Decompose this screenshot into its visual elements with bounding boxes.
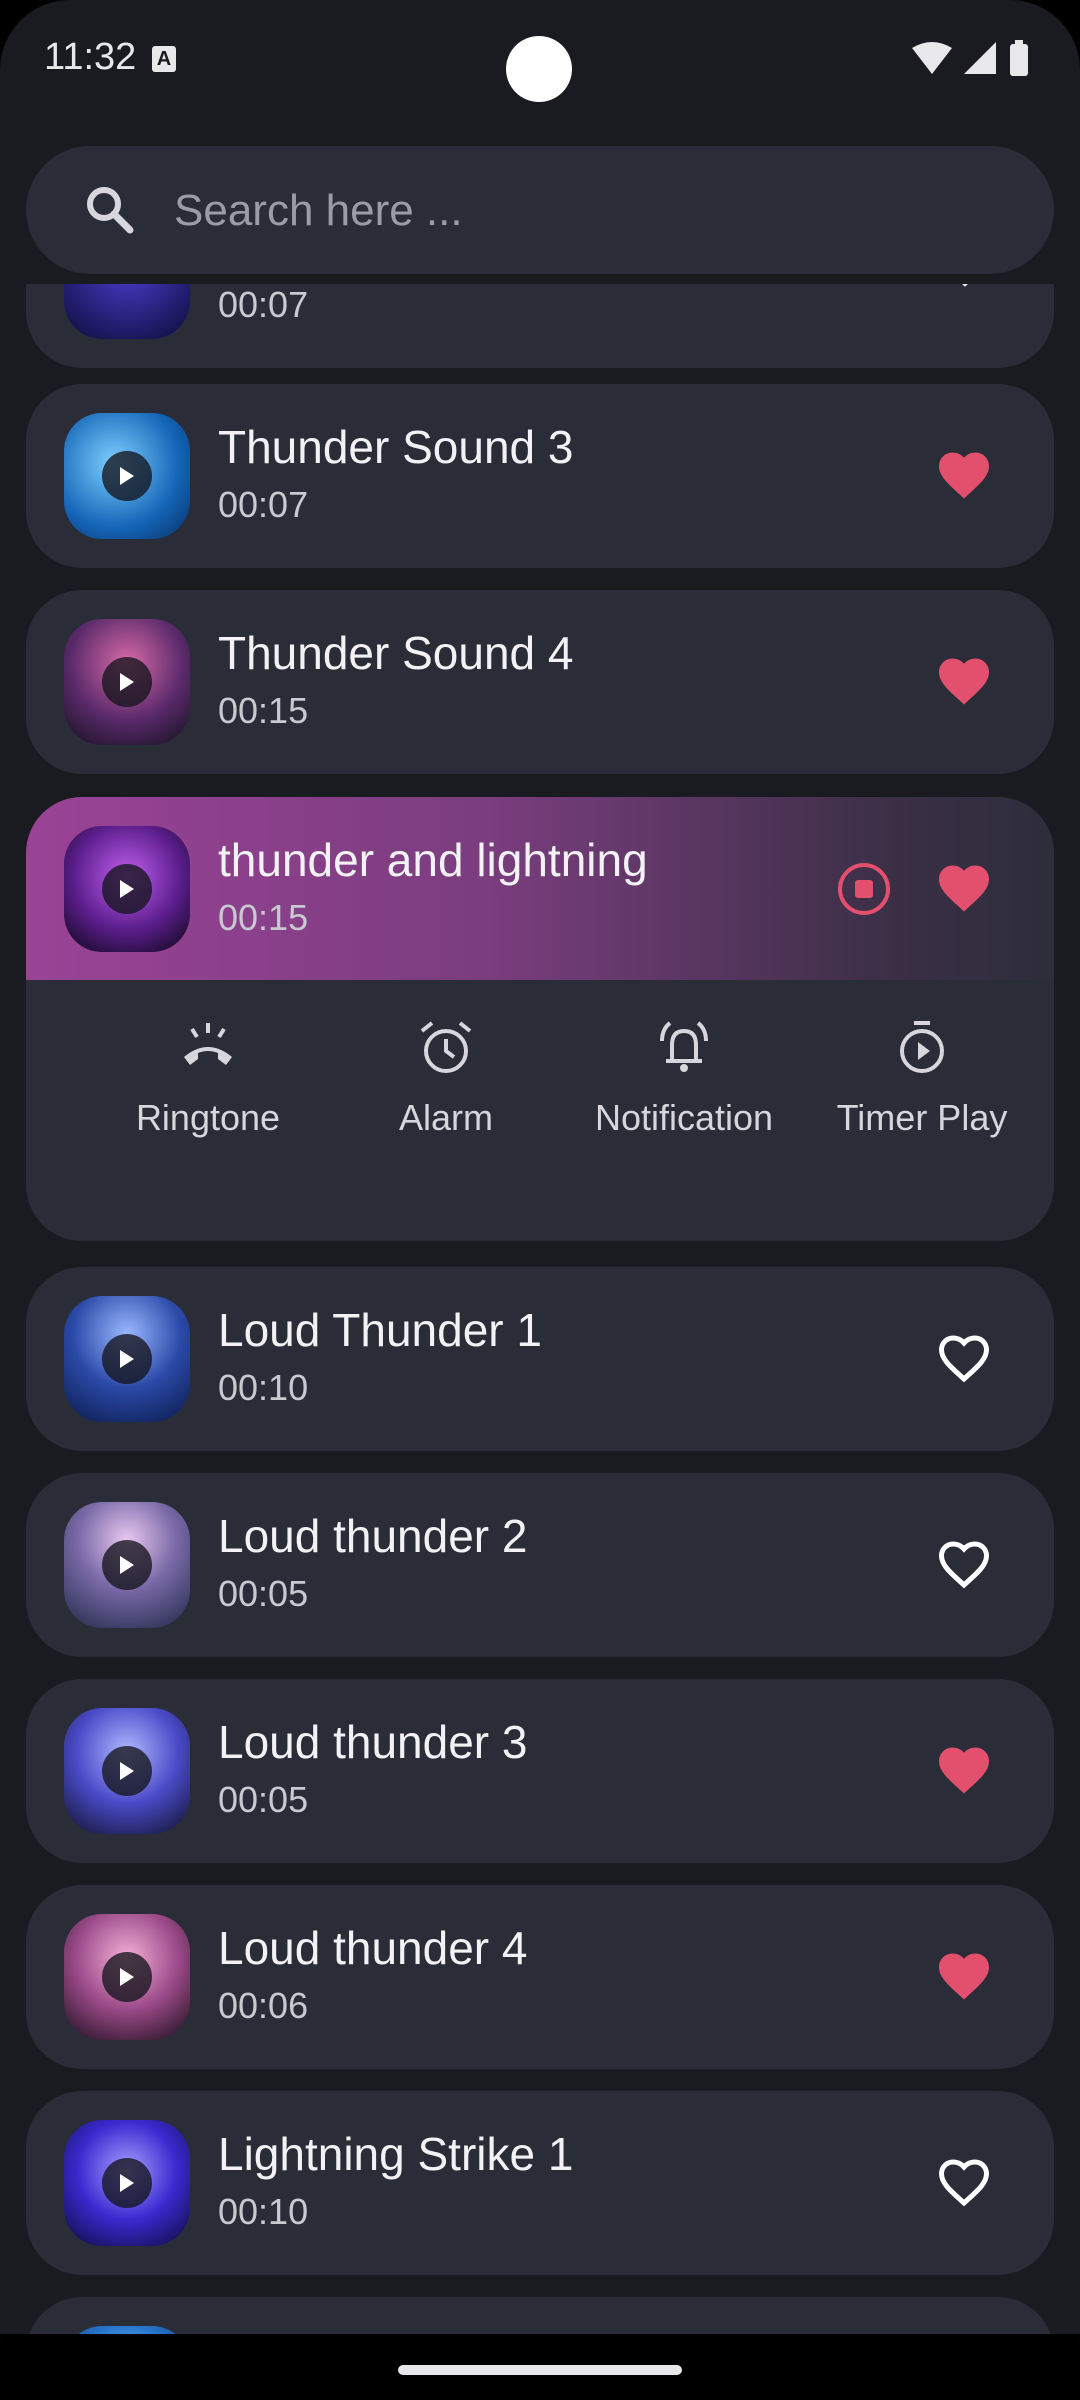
play-icon[interactable] <box>102 451 152 501</box>
set-ringtone-button[interactable]: Ringtone <box>88 1017 328 1177</box>
play-icon[interactable] <box>102 1952 152 2002</box>
thumbnail <box>64 1296 190 1422</box>
list-item[interactable]: Loud Thunder 1 00:10 <box>26 1267 1054 1451</box>
status-time: 11:32 <box>44 36 137 78</box>
list-item[interactable]: Loud thunder 3 00:05 <box>26 1679 1054 1863</box>
heart-filled-icon[interactable] <box>934 652 994 712</box>
thumbnail <box>64 284 190 339</box>
thumbnail <box>64 619 190 745</box>
search-icon <box>87 187 134 234</box>
action-label: Notification <box>594 1097 774 1138</box>
sound-title: Loud thunder 3 <box>218 1716 528 1768</box>
action-label: Ringtone <box>135 1097 281 1138</box>
phone-screen: 11:32 A 00:07 <box>0 0 1080 2400</box>
heart-filled-icon[interactable] <box>934 446 994 506</box>
notification-icon <box>660 1021 708 1072</box>
now-playing-row[interactable]: thunder and lightning 00:15 <box>26 797 1054 980</box>
thumbnail <box>64 2326 190 2334</box>
battery-icon <box>1010 44 1028 76</box>
list-item-partial[interactable]: 00:07 <box>26 284 1054 368</box>
action-row: Ringtone Alarm Notification Timer Play <box>26 1017 1054 1197</box>
play-icon[interactable] <box>102 1334 152 1384</box>
sound-title: Lightning Strike 1 <box>218 2128 574 2180</box>
timer-play-button[interactable]: Timer Play <box>802 1017 1042 1177</box>
thumbnail <box>64 826 190 952</box>
keyboard-a-icon: A <box>152 46 176 72</box>
heart-outline-icon[interactable] <box>934 1535 994 1595</box>
set-alarm-button[interactable]: Alarm <box>326 1017 566 1177</box>
sound-title: Loud thunder 2 <box>218 1510 528 1562</box>
status-bar: 11:32 A <box>0 0 1080 120</box>
play-icon[interactable] <box>102 864 152 914</box>
sound-duration: 00:06 <box>218 1985 309 2026</box>
sound-duration: 00:15 <box>218 897 309 938</box>
sound-duration: 00:10 <box>218 2191 309 2232</box>
alarm-icon <box>420 1021 472 1073</box>
list-item[interactable]: Loud thunder 4 00:06 <box>26 1885 1054 2069</box>
list-item[interactable]: Loud thunder 2 00:05 <box>26 1473 1054 1657</box>
heart-filled-icon[interactable] <box>934 859 994 919</box>
heart-outline-icon[interactable] <box>934 1329 994 1389</box>
signal-icon <box>964 42 996 74</box>
sound-title: Thunder Sound 4 <box>218 627 574 679</box>
heart-filled-icon[interactable] <box>934 1741 994 1801</box>
thumbnail <box>64 1502 190 1628</box>
camera-cutout <box>506 36 572 102</box>
sound-title: Loud Thunder 1 <box>218 1304 542 1356</box>
play-icon[interactable] <box>102 657 152 707</box>
ringtone-icon <box>184 1023 232 1065</box>
stop-icon[interactable] <box>836 861 892 917</box>
chevron-down-icon[interactable] <box>950 284 980 290</box>
list-item-partial[interactable] <box>26 2297 1054 2334</box>
thumbnail <box>64 1914 190 2040</box>
heart-outline-icon[interactable] <box>934 2153 994 2213</box>
sound-list[interactable]: 00:07 Thunder Sound 3 00:07 Thunder Soun… <box>0 284 1080 2334</box>
list-item[interactable]: Thunder Sound 3 00:07 <box>26 384 1054 568</box>
set-notification-button[interactable]: Notification <box>564 1017 804 1177</box>
heart-filled-icon[interactable] <box>934 1947 994 2007</box>
timer-icon <box>900 1021 944 1073</box>
list-item[interactable]: Lightning Strike 1 00:10 <box>26 2091 1054 2275</box>
sound-duration: 00:05 <box>218 1779 309 1820</box>
sound-title: Thunder Sound 3 <box>218 421 574 473</box>
sound-title: Loud thunder 4 <box>218 1922 528 1974</box>
sound-duration: 00:10 <box>218 1367 309 1408</box>
sound-duration: 00:05 <box>218 1573 309 1614</box>
play-icon[interactable] <box>102 2158 152 2208</box>
list-item-expanded[interactable]: thunder and lightning 00:15 Ringtone Ala… <box>26 797 1054 1241</box>
search-bar[interactable] <box>26 146 1054 274</box>
sound-duration: 00:07 <box>218 284 309 325</box>
wifi-icon <box>912 42 952 74</box>
search-input[interactable] <box>172 170 1016 252</box>
sound-duration: 00:15 <box>218 690 309 731</box>
action-label: Timer Play <box>836 1097 1008 1138</box>
play-icon[interactable] <box>102 1746 152 1796</box>
play-icon[interactable] <box>102 1540 152 1590</box>
home-indicator[interactable] <box>398 2365 682 2375</box>
action-label: Alarm <box>398 1097 493 1138</box>
thumbnail <box>64 1708 190 1834</box>
thumbnail <box>64 2120 190 2246</box>
system-status-icons <box>912 40 1028 76</box>
sound-title: thunder and lightning <box>218 834 648 886</box>
thumbnail <box>64 413 190 539</box>
sound-duration: 00:07 <box>218 484 309 525</box>
list-item[interactable]: Thunder Sound 4 00:15 <box>26 590 1054 774</box>
